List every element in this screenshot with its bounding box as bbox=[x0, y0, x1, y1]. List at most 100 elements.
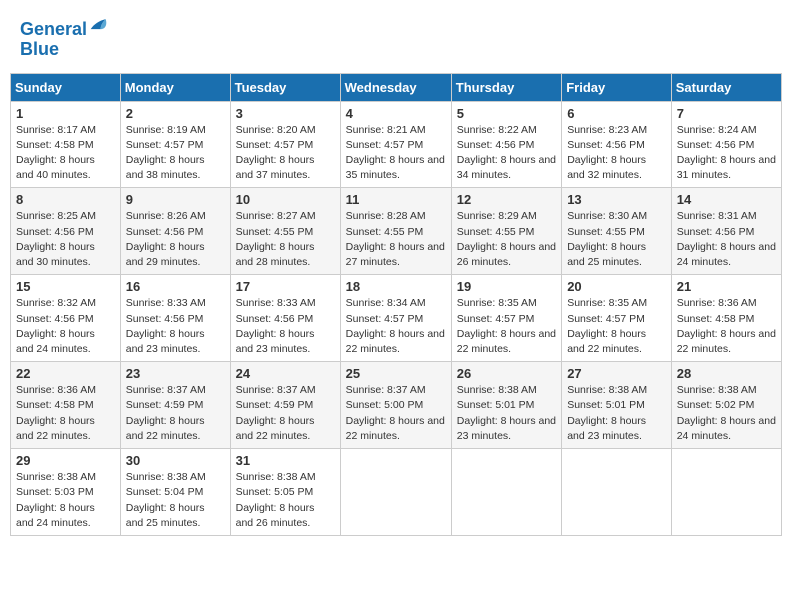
sunset-text: Sunset: 5:01 PM bbox=[457, 399, 535, 411]
sunset-text: Sunset: 4:56 PM bbox=[236, 313, 314, 325]
sunset-text: Sunset: 5:04 PM bbox=[126, 486, 204, 498]
day-cell-26: 26Sunrise: 8:38 AMSunset: 5:01 PMDayligh… bbox=[451, 362, 561, 449]
day-cell-21: 21Sunrise: 8:36 AMSunset: 4:58 PMDayligh… bbox=[671, 275, 781, 362]
day-cell-31: 31Sunrise: 8:38 AMSunset: 5:05 PMDayligh… bbox=[230, 449, 340, 536]
day-info: Sunrise: 8:37 AMSunset: 4:59 PMDaylight:… bbox=[236, 383, 335, 444]
sunrise-text: Sunrise: 8:21 AM bbox=[346, 124, 426, 136]
day-info: Sunrise: 8:20 AMSunset: 4:57 PMDaylight:… bbox=[236, 123, 335, 184]
sunrise-text: Sunrise: 8:36 AM bbox=[677, 297, 757, 309]
sunrise-text: Sunrise: 8:20 AM bbox=[236, 124, 316, 136]
daylight-text: Daylight: 8 hours and 24 minutes. bbox=[16, 502, 95, 529]
sunrise-text: Sunrise: 8:17 AM bbox=[16, 124, 96, 136]
day-info: Sunrise: 8:36 AMSunset: 4:58 PMDaylight:… bbox=[677, 296, 776, 357]
day-info: Sunrise: 8:37 AM Sunset: 4:59 PM Daylight:… bbox=[126, 383, 225, 444]
sunrise-text: Sunrise: 8:37 AM bbox=[236, 384, 316, 396]
sunrise-text: Sunrise: 8:27 AM bbox=[236, 210, 316, 222]
daylight-text: Daylight: 8 hours and 24 minutes. bbox=[677, 241, 776, 268]
column-header-wednesday: Wednesday bbox=[340, 73, 451, 101]
sunrise-text: Sunrise: 8:34 AM bbox=[346, 297, 426, 309]
day-cell-23: 23 Sunrise: 8:37 AM Sunset: 4:59 PM Dayligh… bbox=[120, 362, 230, 449]
week-row-4: 22Sunrise: 8:36 AMSunset: 4:58 PMDayligh… bbox=[11, 362, 782, 449]
day-number: 17 bbox=[236, 279, 335, 294]
sunset-text: Sunset: 4:56 PM bbox=[457, 139, 535, 151]
sunrise-text: Sunrise: 8:38 AM bbox=[236, 471, 316, 483]
sunset-text: Sunset: 4:59 PM bbox=[126, 399, 204, 411]
sunrise-text: Sunrise: 8:25 AM bbox=[16, 210, 96, 222]
day-info: Sunrise: 8:31 AM Sunset: 4:56 PM Daylight:… bbox=[677, 209, 776, 270]
sunrise-text: Sunrise: 8:31 AM bbox=[677, 210, 757, 222]
sunrise-text: Sunrise: 8:33 AM bbox=[126, 297, 206, 309]
daylight-text: Daylight: 8 hours and 24 minutes. bbox=[677, 415, 776, 442]
day-number: 28 bbox=[677, 366, 776, 381]
day-number: 31 bbox=[236, 453, 335, 468]
day-number: 5 bbox=[457, 106, 556, 121]
sunset-text: Sunset: 4:57 PM bbox=[126, 139, 204, 151]
sunset-text: Sunset: 4:58 PM bbox=[16, 139, 94, 151]
day-number: 20 bbox=[567, 279, 666, 294]
sunset-text: Sunset: 4:56 PM bbox=[126, 226, 204, 238]
day-number: 21 bbox=[677, 279, 776, 294]
sunset-text: Sunset: 4:57 PM bbox=[346, 313, 424, 325]
day-info: Sunrise: 8:29 AMSunset: 4:55 PMDaylight:… bbox=[457, 209, 556, 270]
day-info: Sunrise: 8:17 AM Sunset: 4:58 PM Daylight:… bbox=[16, 123, 115, 184]
day-cell-8: 8Sunrise: 8:25 AMSunset: 4:56 PMDaylight… bbox=[11, 188, 121, 275]
day-info: Sunrise: 8:33 AMSunset: 4:56 PMDaylight:… bbox=[126, 296, 225, 357]
logo: General Blue bbox=[20, 15, 109, 60]
sunset-text: Sunset: 4:56 PM bbox=[677, 226, 755, 238]
day-cell-14: 14Sunrise: 8:31 AMSunset: 4:56 PMDayligh… bbox=[671, 188, 781, 275]
day-info: Sunrise: 8:23 AMSunset: 4:56 PMDaylight:… bbox=[567, 123, 666, 184]
empty-cell bbox=[451, 449, 561, 536]
day-cell-18: 18 Sunrise: 8:34 AM Sunset: 4:57 PM Dayligh… bbox=[340, 275, 451, 362]
sunset-text: Sunset: 4:56 PM bbox=[567, 139, 645, 151]
day-cell-9: 9Sunrise: 8:26 AMSunset: 4:56 PMDaylight… bbox=[120, 188, 230, 275]
day-number: 19 bbox=[457, 279, 556, 294]
day-cell-11: 11Sunrise: 8:28 AMSunset: 4:55 PMDayligh… bbox=[340, 188, 451, 275]
day-cell-28: 28Sunrise: 8:38 AMSunset: 5:02 PMDayligh… bbox=[671, 362, 781, 449]
day-cell-15: 15Sunrise: 8:32 AMSunset: 4:56 PMDayligh… bbox=[11, 275, 121, 362]
logo-bird-icon bbox=[89, 15, 109, 35]
daylight-text: Daylight: 8 hours and 28 minutes. bbox=[236, 241, 315, 268]
day-info: Sunrise: 8:32 AMSunset: 4:56 PMDaylight:… bbox=[16, 296, 115, 357]
sunset-text: Sunset: 4:58 PM bbox=[677, 313, 755, 325]
day-cell-27: 27Sunrise: 8:38 AMSunset: 5:01 PMDayligh… bbox=[562, 362, 672, 449]
sunrise-text: Sunrise: 8:35 AM bbox=[567, 297, 647, 309]
calendar-body: 1Sunrise: 8:17 AMSunset: 4:58 PMDaylight… bbox=[11, 101, 782, 535]
daylight-text: Daylight: 8 hours and 40 minutes. bbox=[16, 154, 95, 181]
sunset-text: Sunset: 4:56 PM bbox=[16, 226, 94, 238]
day-info: Sunrise: 8:34 AM Sunset: 4:57 PM Daylight:… bbox=[346, 296, 446, 357]
sunrise-text: Sunrise: 8:28 AM bbox=[346, 210, 426, 222]
daylight-text: Daylight: 8 hours and 27 minutes. bbox=[346, 241, 445, 268]
sunrise-text: Sunrise: 8:30 AM bbox=[567, 210, 647, 222]
sunrise-text: Sunrise: 8:38 AM bbox=[567, 384, 647, 396]
day-info: Sunrise: 8:21 AMSunset: 4:57 PMDaylight:… bbox=[346, 123, 446, 184]
daylight-text: Daylight: 8 hours and 26 minutes. bbox=[457, 241, 556, 268]
sunrise-text: Sunrise: 8:37 AM bbox=[126, 384, 206, 396]
sunrise-text: Sunrise: 8:38 AM bbox=[126, 471, 206, 483]
sunset-text: Sunset: 5:03 PM bbox=[16, 486, 94, 498]
day-cell-7: 7Sunrise: 8:24 AMSunset: 4:56 PMDaylight… bbox=[671, 101, 781, 188]
sunrise-text: Sunrise: 8:38 AM bbox=[457, 384, 537, 396]
sunrise-text: Sunrise: 8:22 AM bbox=[457, 124, 537, 136]
daylight-text: Daylight: 8 hours and 23 minutes. bbox=[567, 415, 646, 442]
sunset-text: Sunset: 5:00 PM bbox=[346, 399, 424, 411]
week-row-1: 1Sunrise: 8:17 AMSunset: 4:58 PMDaylight… bbox=[11, 101, 782, 188]
daylight-text: Daylight: 8 hours and 22 minutes. bbox=[126, 415, 205, 442]
sunset-text: Sunset: 5:05 PM bbox=[236, 486, 314, 498]
sunset-text: Sunset: 4:59 PM bbox=[236, 399, 314, 411]
day-number: 8 bbox=[16, 192, 115, 207]
day-info: Sunrise: 8:27 AMSunset: 4:55 PMDaylight:… bbox=[236, 209, 335, 270]
daylight-text: Daylight: 8 hours and 22 minutes. bbox=[346, 328, 445, 355]
day-cell-20: 20 Sunrise: 8:35 AMSunset: 4:57 PMDayligh… bbox=[562, 275, 672, 362]
daylight-text: Daylight: 8 hours and 25 minutes. bbox=[567, 241, 646, 268]
day-number: 18 bbox=[346, 279, 446, 294]
calendar-header-row: SundayMondayTuesdayWednesdayThursdayFrid… bbox=[11, 73, 782, 101]
day-cell-19: 19Sunrise: 8:35 AMSunset: 4:57 PMDayligh… bbox=[451, 275, 561, 362]
day-cell-16: 16Sunrise: 8:33 AMSunset: 4:56 PMDayligh… bbox=[120, 275, 230, 362]
day-info: Sunrise: 8:30 AMSunset: 4:55 PMDaylight:… bbox=[567, 209, 666, 270]
day-number: 23 bbox=[126, 366, 225, 381]
column-header-thursday: Thursday bbox=[451, 73, 561, 101]
day-cell-25: 25Sunrise: 8:37 AMSunset: 5:00 PMDayligh… bbox=[340, 362, 451, 449]
day-cell-17: 17Sunrise: 8:33 AMSunset: 4:56 PMDayligh… bbox=[230, 275, 340, 362]
day-info: Sunrise: 8:35 AMSunset: 4:57 PMDaylight:… bbox=[567, 296, 666, 357]
sunset-text: Sunset: 4:57 PM bbox=[346, 139, 424, 151]
